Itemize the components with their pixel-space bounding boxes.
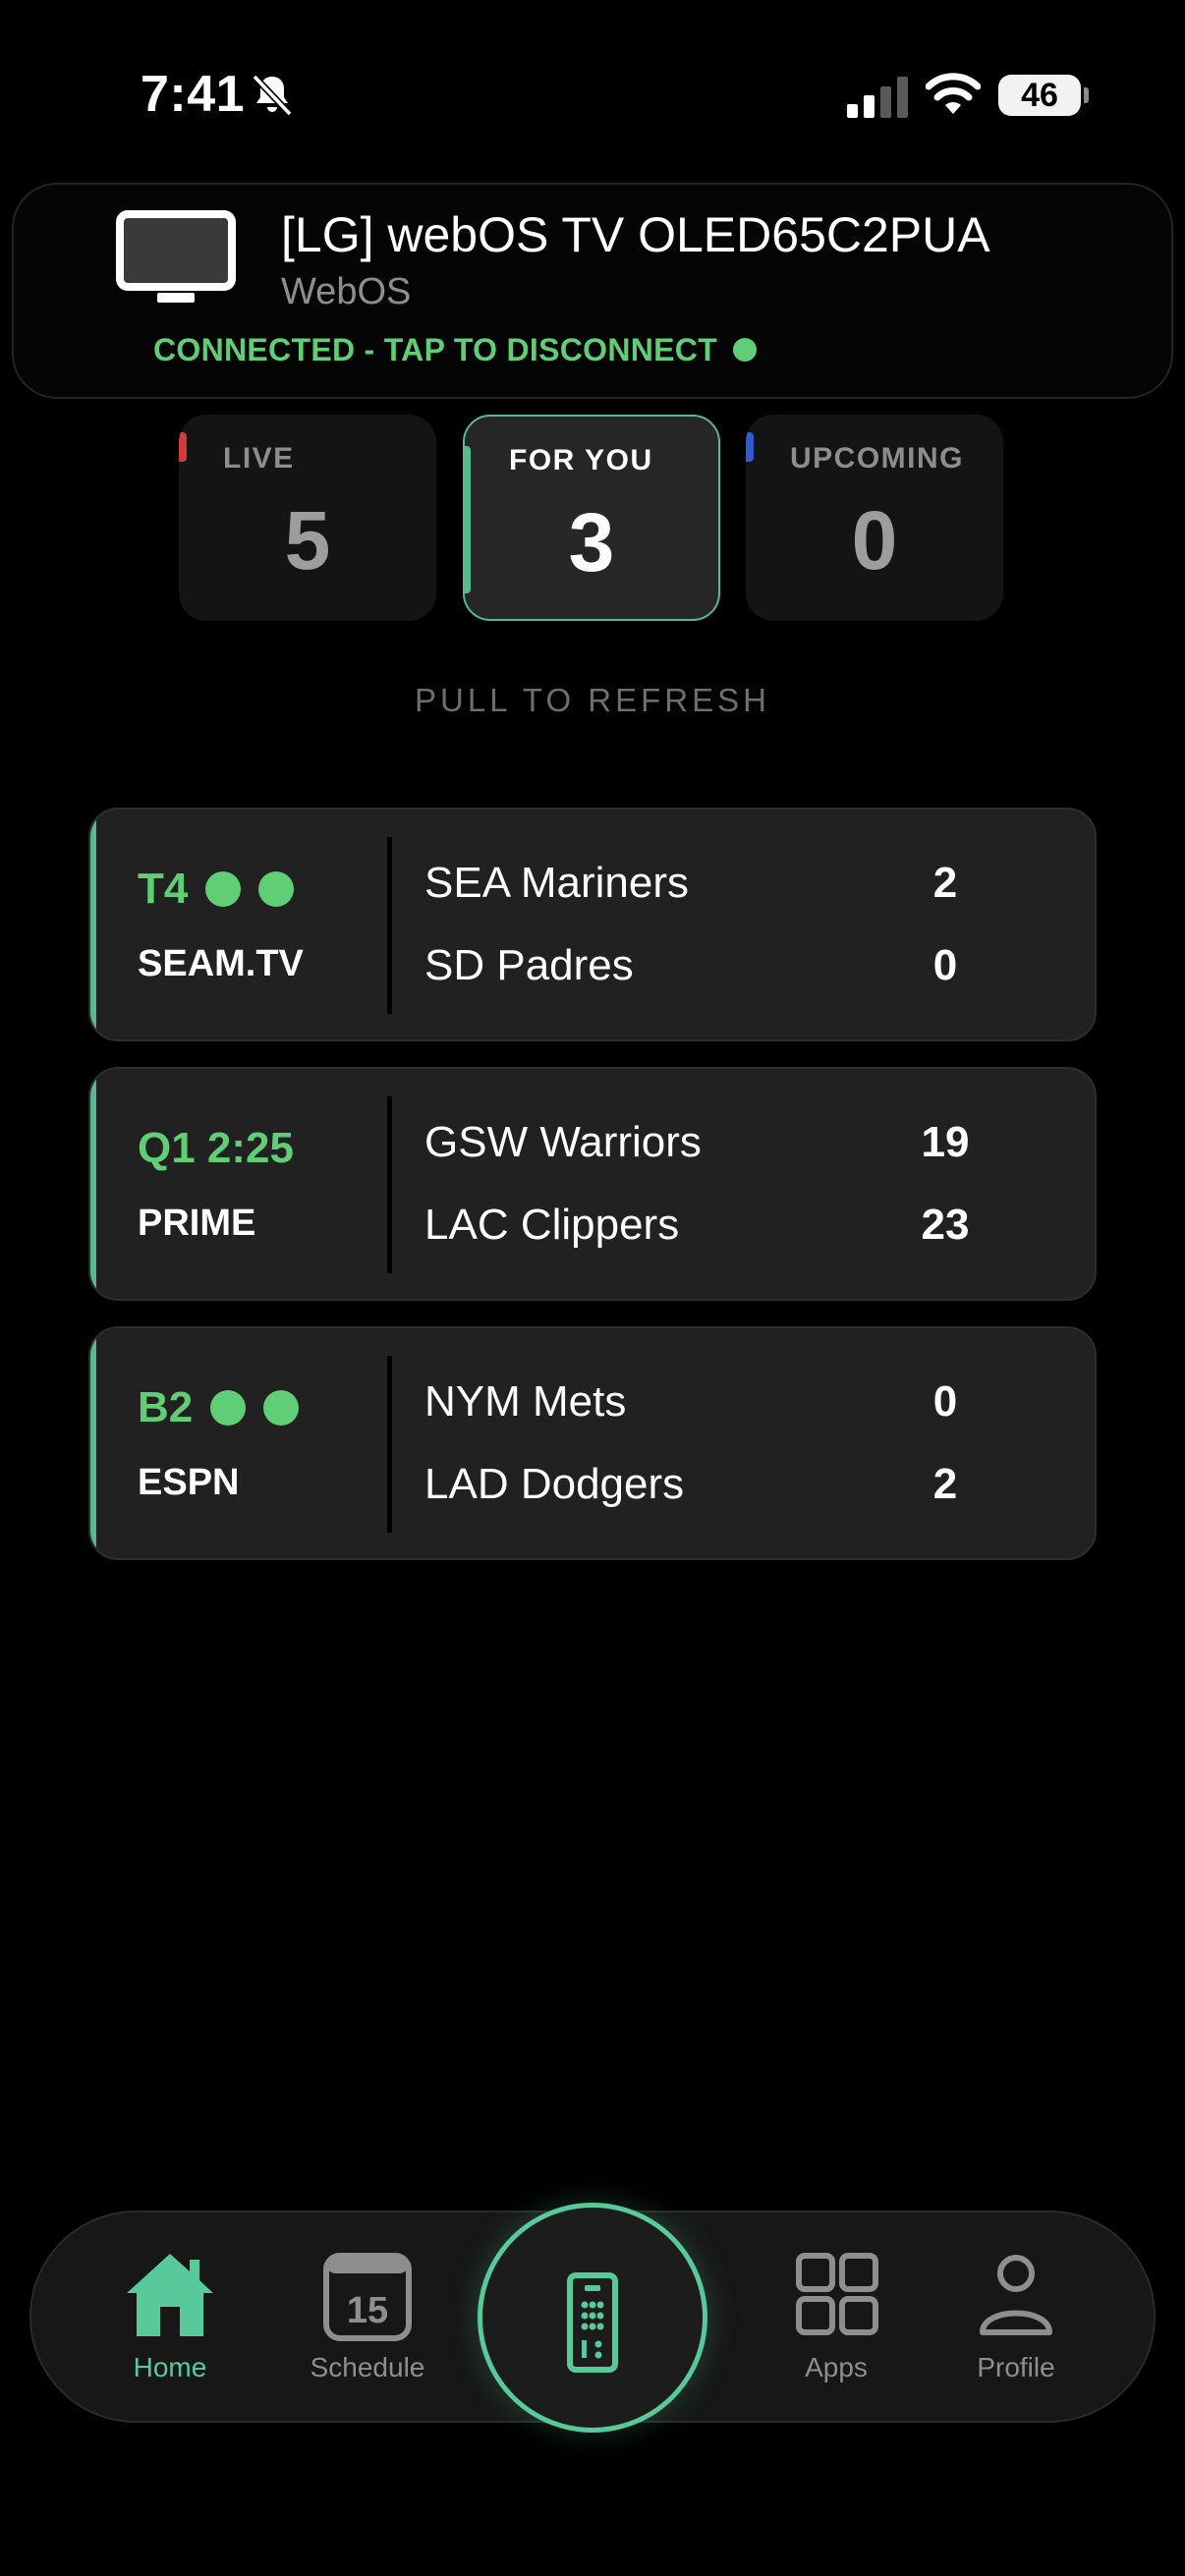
tile-count: 0 (851, 494, 898, 587)
profile-icon (980, 2255, 1052, 2335)
game-period: T4 (138, 865, 189, 913)
game-card[interactable]: Q1 2:25 PRIME GSW Warriors 19 LAC Clippe… (88, 1067, 1097, 1301)
game-network: PRIME (138, 1203, 256, 1244)
tab-for-you[interactable]: FOR YOU 3 (463, 415, 720, 621)
tab-label: Apps (805, 2352, 868, 2382)
bell-muted-icon (252, 74, 293, 117)
game-card[interactable]: T4 SEAM.TV SEA Mariners 2 SD Padres 0 (88, 808, 1097, 1041)
tab-label: Home (133, 2352, 207, 2382)
remote-button[interactable] (478, 2203, 707, 2433)
base-runner-icon (210, 1390, 247, 1426)
device-os: WebOS (281, 271, 412, 312)
card-divider (387, 837, 392, 1014)
tab-label: Schedule (310, 2352, 425, 2382)
tab-upcoming[interactable]: UPCOMING 0 (746, 415, 1003, 621)
game-status: T4 (138, 865, 295, 914)
tile-count: 3 (568, 496, 615, 588)
home-score: 2 (932, 1460, 958, 1508)
tile-label: FOR YOU (509, 444, 653, 476)
game-network: SEAM.TV (138, 943, 304, 984)
home-icon (127, 2254, 213, 2336)
game-status: Q1 2:25 (138, 1124, 294, 1173)
card-accent (90, 1069, 96, 1299)
game-card[interactable]: B2 ESPN NYM Mets 0 LAD Dodgers 2 (88, 1326, 1097, 1560)
game-network: ESPN (138, 1462, 240, 1503)
cellular-signal-icon (847, 77, 908, 118)
calendar-day: 15 (347, 2290, 388, 2331)
tv-icon (116, 210, 236, 303)
tile-label: LIVE (223, 442, 295, 475)
remote-icon (567, 2272, 618, 2373)
tab-home[interactable]: Home (86, 2246, 254, 2383)
tab-label: Profile (977, 2352, 1055, 2382)
card-divider (387, 1096, 392, 1273)
home-score: 0 (932, 941, 958, 989)
card-divider (387, 1356, 392, 1533)
tab-profile[interactable]: Profile (932, 2246, 1100, 2383)
live-accent (179, 432, 187, 462)
card-accent (90, 810, 96, 1039)
game-period: Q1 2:25 (138, 1124, 294, 1172)
base-runner-icon (263, 1390, 300, 1426)
upcoming-accent (746, 432, 754, 462)
home-score: 23 (921, 1201, 970, 1249)
home-team: SD Padres (424, 941, 634, 989)
connection-indicator-dot (733, 338, 757, 362)
away-team: GSW Warriors (424, 1118, 702, 1166)
home-team: LAC Clippers (424, 1201, 680, 1249)
away-score: 19 (921, 1118, 970, 1166)
game-status: B2 (138, 1383, 300, 1432)
apps-grid-icon (796, 2253, 878, 2335)
device-name: [LG] webOS TV OLED65C2PUA (281, 207, 990, 262)
status-time: 7:41 (141, 66, 246, 123)
wifi-icon (926, 73, 981, 114)
card-accent (90, 1328, 96, 1558)
tab-schedule[interactable]: 15 Schedule (284, 2246, 451, 2383)
calendar-icon: 15 (323, 2253, 412, 2341)
pull-to-refresh-hint: PULL TO REFRESH (415, 682, 770, 718)
battery-indicator: 46 (998, 75, 1089, 116)
home-team: LAD Dodgers (424, 1460, 685, 1508)
away-team: NYM Mets (424, 1377, 627, 1426)
base-runner-icon (258, 871, 295, 907)
base-runner-icon (205, 871, 242, 907)
away-team: SEA Mariners (424, 859, 689, 907)
connection-status[interactable]: CONNECTED - TAP TO DISCONNECT (153, 332, 717, 368)
away-score: 0 (932, 1377, 958, 1426)
tab-apps[interactable]: Apps (753, 2246, 920, 2383)
away-score: 2 (932, 859, 958, 907)
tile-label: UPCOMING (790, 442, 964, 475)
game-period: B2 (138, 1383, 194, 1431)
tile-count: 5 (284, 494, 331, 587)
tab-live[interactable]: LIVE 5 (179, 415, 436, 621)
